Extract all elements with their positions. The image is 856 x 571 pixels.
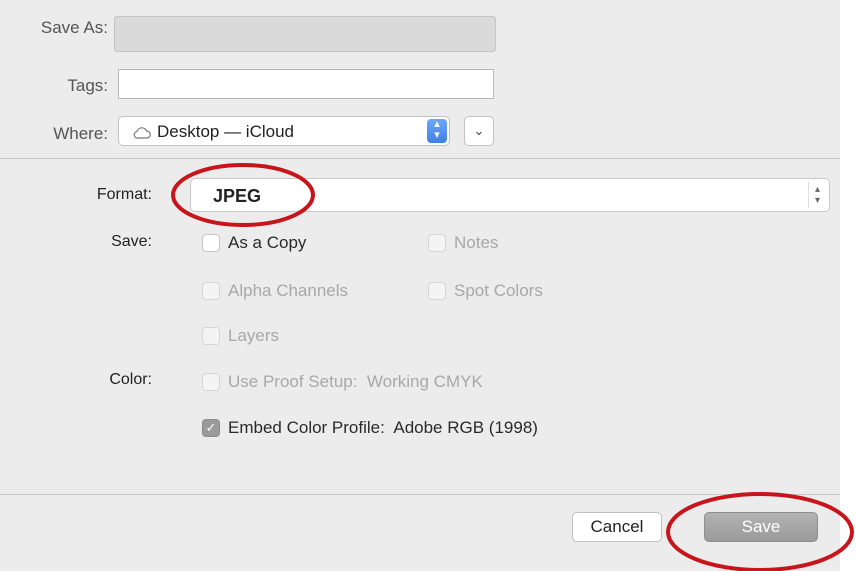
where-value: Desktop — iCloud [157, 122, 295, 141]
save-as-field[interactable] [114, 16, 496, 52]
save-section-label: Save: [111, 233, 152, 250]
alpha-channels-label: Alpha Channels [228, 281, 349, 300]
bottom-divider [0, 494, 840, 495]
format-popup[interactable]: JPEG ▴ ▾ [190, 178, 830, 212]
as-a-copy-checkbox[interactable]: As a Copy [202, 233, 306, 253]
up-down-chevron-icon: ▴ ▾ [427, 119, 447, 143]
embed-color-profile-label: Embed Color Profile: Adobe RGB (1998) [228, 418, 538, 437]
format-label: Format: [96, 186, 152, 203]
checkbox-box[interactable] [202, 234, 220, 252]
where-popup[interactable]: Desktop — iCloud ▴ ▾ [118, 116, 450, 146]
notes-checkbox[interactable]: Notes [428, 233, 498, 253]
where-label: Where: [53, 124, 108, 143]
chevron-down-icon: ⌄ [473, 123, 485, 138]
embed-color-profile-checkbox[interactable]: ✓ Embed Color Profile: Adobe RGB (1998) [202, 418, 538, 438]
notes-label: Notes [454, 233, 499, 252]
checkbox-box[interactable] [428, 282, 446, 300]
color-section-label: Color: [109, 371, 152, 388]
save-button[interactable]: Save [704, 512, 818, 542]
save-location-section: Save As: Tags: Where: Desktop — iCloud ▴… [0, 0, 840, 158]
cancel-button[interactable]: Cancel [572, 512, 662, 542]
top-divider [0, 158, 840, 159]
format-up-down-icon: ▴ ▾ [808, 182, 826, 208]
checkbox-box[interactable] [428, 234, 446, 252]
checkbox-box[interactable] [202, 327, 220, 345]
spot-colors-checkbox[interactable]: Spot Colors [428, 281, 543, 301]
checkbox-box[interactable] [202, 373, 220, 391]
tags-label: Tags: [67, 76, 108, 95]
save-as-label: Save As: [40, 18, 108, 37]
layers-label: Layers [228, 326, 280, 345]
layers-checkbox[interactable]: Layers [202, 326, 279, 346]
checkmark-icon[interactable]: ✓ [202, 419, 220, 437]
spot-colors-label: Spot Colors [454, 281, 543, 300]
use-proof-setup-label: Use Proof Setup: Working CMYK [228, 372, 483, 391]
alpha-channels-checkbox[interactable]: Alpha Channels [202, 281, 348, 301]
use-proof-setup-checkbox[interactable]: Use Proof Setup: Working CMYK [202, 372, 483, 392]
format-value: JPEG [213, 186, 262, 206]
checkbox-box[interactable] [202, 282, 220, 300]
cloud-icon [133, 124, 151, 139]
save-dialog: Save As: Tags: Where: Desktop — iCloud ▴… [0, 0, 840, 571]
tags-field[interactable] [118, 69, 494, 99]
as-a-copy-label: As a Copy [228, 233, 307, 252]
expand-dialog-button[interactable]: ⌄ [464, 116, 494, 146]
